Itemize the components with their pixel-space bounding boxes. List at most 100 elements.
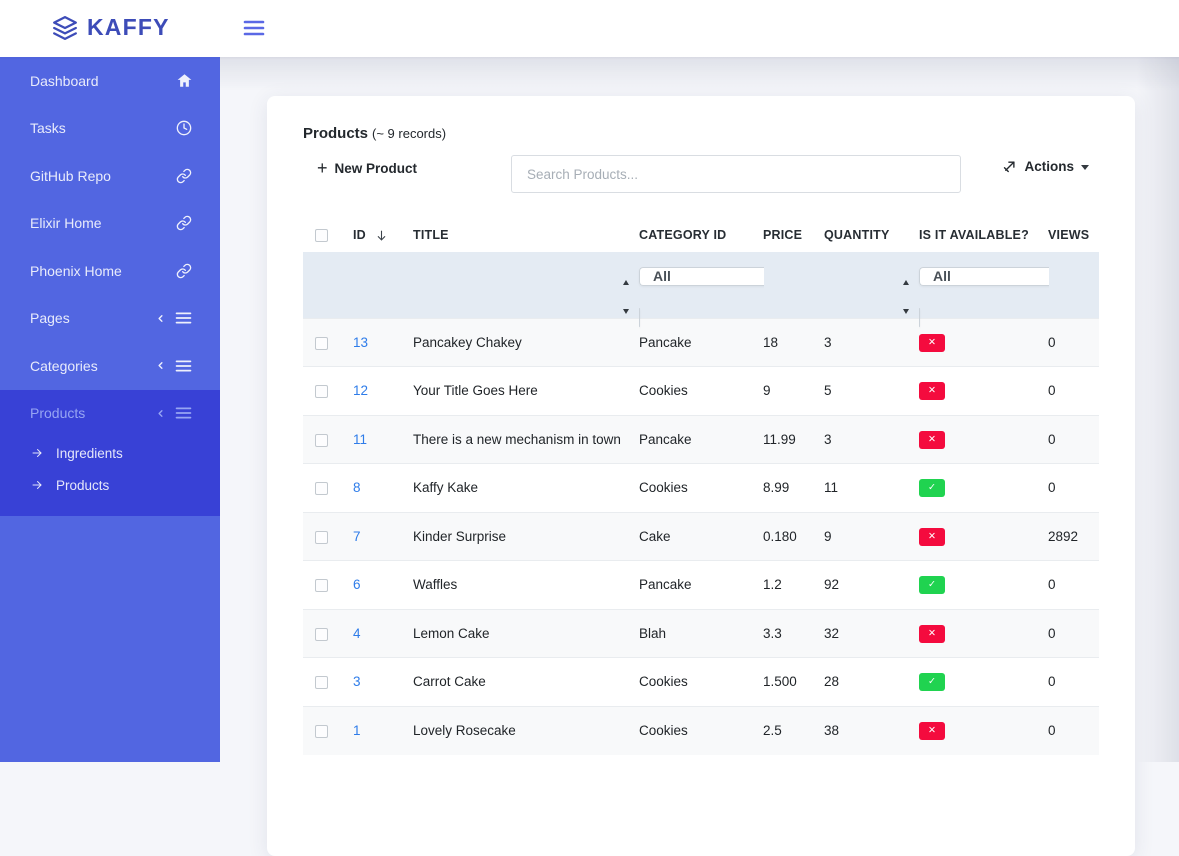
sidebar-item-categories[interactable]: Categories xyxy=(0,342,220,390)
row-id-link[interactable]: 13 xyxy=(353,335,368,350)
table-row: 13 Pancakey Chakey Pancake 18 3 ✕ 0 xyxy=(303,318,1099,367)
menu-icon xyxy=(175,359,192,373)
row-views: 0 xyxy=(1048,318,1099,367)
row-price: 9 xyxy=(763,367,824,416)
row-category: Cookies xyxy=(639,706,763,755)
column-header-price: PRICE xyxy=(763,218,824,252)
sidebar-item-tasks[interactable]: Tasks xyxy=(0,105,220,153)
arrow-right-icon xyxy=(30,447,44,459)
sidebar-item-phoenix-home[interactable]: Phoenix Home xyxy=(0,247,220,295)
sort-descending-icon xyxy=(375,229,388,242)
row-title: There is a new mechanism in town xyxy=(413,415,639,464)
sidebar-item-label: Tasks xyxy=(30,120,66,136)
caret-down-icon xyxy=(1081,165,1089,170)
row-id-link[interactable]: 7 xyxy=(353,529,361,544)
row-quantity: 5 xyxy=(824,367,919,416)
link-icon xyxy=(176,168,192,184)
table-body: 13 Pancakey Chakey Pancake 18 3 ✕ 0 12 Y… xyxy=(303,318,1099,755)
row-category: Pancake xyxy=(639,561,763,610)
availability-badge: ✓ xyxy=(919,576,945,594)
row-title: Waffles xyxy=(413,561,639,610)
availability-badge: ✕ xyxy=(919,625,945,643)
row-checkbox[interactable] xyxy=(315,337,328,350)
row-checkbox[interactable] xyxy=(315,676,328,689)
menu-toggle-button[interactable] xyxy=(243,19,265,37)
row-checkbox[interactable] xyxy=(315,482,328,495)
row-quantity: 3 xyxy=(824,318,919,367)
sidebar-subitem-products[interactable]: Products xyxy=(0,469,220,501)
row-views: 0 xyxy=(1048,706,1099,755)
row-checkbox[interactable] xyxy=(315,434,328,447)
hamburger-icon xyxy=(243,19,265,37)
column-header-views: VIEWS xyxy=(1048,218,1099,252)
row-category: Cookies xyxy=(639,464,763,513)
row-checkbox[interactable] xyxy=(315,385,328,398)
sidebar-item-label: Phoenix Home xyxy=(30,263,122,279)
table-row: 8 Kaffy Kake Cookies 8.99 11 ✓ 0 xyxy=(303,464,1099,513)
row-id-link[interactable]: 11 xyxy=(353,432,367,447)
sidebar-item-github-repo[interactable]: GitHub Repo xyxy=(0,152,220,200)
row-category: Blah xyxy=(639,609,763,658)
logo-link[interactable]: KAFFY xyxy=(52,14,170,41)
row-id-link[interactable]: 4 xyxy=(353,626,361,641)
sidebar-item-label: Products xyxy=(30,405,85,421)
row-id-link[interactable]: 3 xyxy=(353,674,361,689)
availability-badge: ✕ xyxy=(919,528,945,546)
chevron-left-icon xyxy=(155,313,166,324)
menu-icon xyxy=(175,406,192,420)
arrow-right-icon xyxy=(30,479,44,491)
row-price: 11.99 xyxy=(763,415,824,464)
available-filter-select[interactable]: All xyxy=(920,243,1049,309)
row-checkbox[interactable] xyxy=(315,531,328,544)
sidebar-item-pages[interactable]: Pages xyxy=(0,295,220,343)
row-quantity: 32 xyxy=(824,609,919,658)
row-checkbox[interactable] xyxy=(315,628,328,641)
row-title: Lovely Rosecake xyxy=(413,706,639,755)
row-id-link[interactable]: 1 xyxy=(353,723,361,738)
layers-icon xyxy=(52,15,78,41)
row-title: Lemon Cake xyxy=(413,609,639,658)
new-product-button[interactable]: + New Product xyxy=(317,159,417,177)
row-quantity: 3 xyxy=(824,415,919,464)
row-checkbox[interactable] xyxy=(315,579,328,592)
row-views: 0 xyxy=(1048,561,1099,610)
row-quantity: 11 xyxy=(824,464,919,513)
row-category: Cookies xyxy=(639,367,763,416)
row-id-link[interactable]: 8 xyxy=(353,480,361,495)
new-product-label: New Product xyxy=(335,161,418,176)
actions-dropdown-button[interactable]: Actions xyxy=(1002,159,1089,174)
availability-badge: ✕ xyxy=(919,722,945,740)
row-quantity: 38 xyxy=(824,706,919,755)
sidebar-item-dashboard[interactable]: Dashboard xyxy=(0,57,220,105)
products-table: ID TITLE CATEGORY ID PRICE QUANTITY IS I xyxy=(303,218,1099,755)
column-header-id[interactable]: ID xyxy=(353,218,413,252)
products-card: Products(~ 9 records) + New Product Acti… xyxy=(267,96,1135,856)
availability-badge: ✓ xyxy=(919,673,945,691)
row-checkbox[interactable] xyxy=(315,725,328,738)
menu-icon xyxy=(175,311,192,325)
sidebar-item-label: Categories xyxy=(30,358,98,374)
search-input[interactable] xyxy=(511,155,961,193)
sidebar-item-elixir-home[interactable]: Elixir Home xyxy=(0,200,220,248)
row-id-link[interactable]: 6 xyxy=(353,577,361,592)
row-id-link[interactable]: 12 xyxy=(353,383,368,398)
row-category: Pancake xyxy=(639,415,763,464)
column-header-quantity: QUANTITY xyxy=(824,218,919,252)
sidebar-subitem-label: Products xyxy=(56,478,109,493)
availability-badge: ✕ xyxy=(919,382,945,400)
row-views: 0 xyxy=(1048,415,1099,464)
row-title: Kinder Surprise xyxy=(413,512,639,561)
sidebar-subitem-ingredients[interactable]: Ingredients xyxy=(0,437,220,469)
row-price: 8.99 xyxy=(763,464,824,513)
row-quantity: 9 xyxy=(824,512,919,561)
row-views: 0 xyxy=(1048,658,1099,707)
sidebar-item-label: GitHub Repo xyxy=(30,168,111,184)
sidebar-item-products[interactable]: Products xyxy=(0,390,220,438)
category-filter-select[interactable]: All xyxy=(640,243,764,309)
row-category: Cookies xyxy=(639,658,763,707)
select-all-checkbox[interactable] xyxy=(315,229,328,242)
row-price: 2.5 xyxy=(763,706,824,755)
sidebar-item-label: Pages xyxy=(30,310,70,326)
table-row: 4 Lemon Cake Blah 3.3 32 ✕ 0 xyxy=(303,609,1099,658)
availability-badge: ✕ xyxy=(919,334,945,352)
